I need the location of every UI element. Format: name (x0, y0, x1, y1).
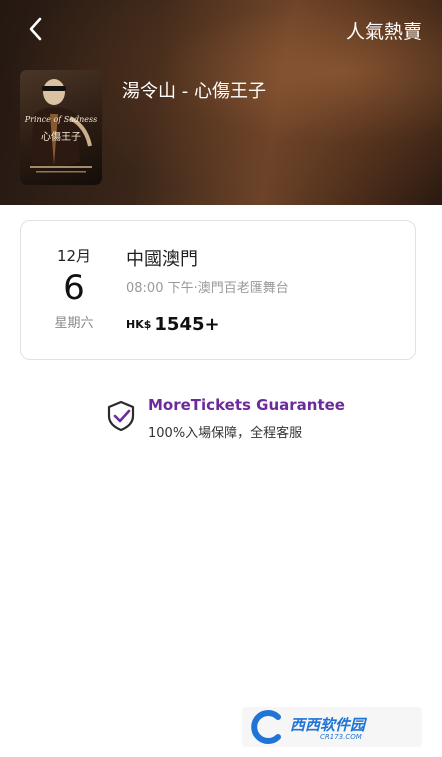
back-button[interactable] (22, 14, 52, 44)
session-price: HK$ 1545+ (126, 314, 220, 335)
session-card[interactable]: 12月 6 星期六 中國澳門 08:00 下午·澳門百老匯舞台 HK$ 1545+ (20, 220, 416, 360)
price-value: 1545+ (154, 314, 220, 335)
poster-title-en: Prince of Sadness (24, 115, 98, 124)
watermark-logo: 西西软件园 CR173.COM (242, 707, 422, 747)
session-city: 中國澳門 (126, 249, 198, 270)
watermark-c-icon (251, 710, 281, 744)
price-currency: HK$ (126, 318, 152, 331)
session-month: 12月 (56, 247, 92, 265)
chevron-left-icon (29, 17, 42, 41)
watermark-text: 西西软件园 (290, 716, 366, 734)
guarantee-banner: MoreTickets Guarantee 100%入場保障，全程客服 (106, 396, 366, 446)
watermark-subtext: CR173.COM (320, 733, 362, 741)
poster-title-cn: 心傷王子 (41, 132, 81, 143)
guarantee-subtitle: 100%入場保障，全程客服 (148, 426, 303, 441)
show-header-banner: 人氣熱賣 Prince of Sadness 心傷王子 湯令山 - 心傷王子 (0, 0, 442, 205)
show-name: 湯令山 - 心傷王子 (122, 81, 266, 102)
session-weekday: 星期六 (54, 316, 94, 331)
session-date: 12月 6 星期六 (41, 245, 107, 331)
session-time-venue: 08:00 下午·澳門百老匯舞台 (126, 281, 289, 296)
shield-check-icon (107, 400, 135, 432)
session-day: 6 (63, 268, 85, 308)
guarantee-title: MoreTickets Guarantee (148, 396, 345, 414)
show-poster: Prince of Sadness 心傷王子 (20, 70, 102, 185)
page-title: 人氣熱賣 (345, 21, 422, 43)
